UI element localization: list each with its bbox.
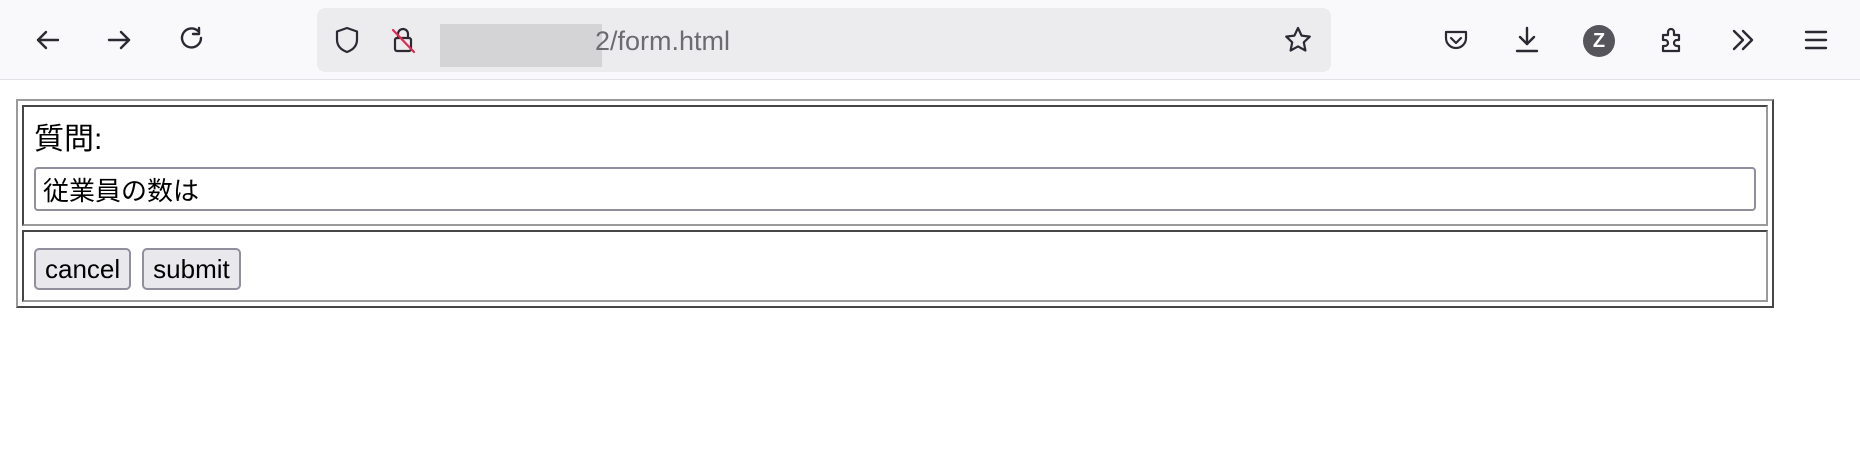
overflow-menu-button[interactable] bbox=[1719, 16, 1767, 64]
hamburger-icon bbox=[1804, 30, 1828, 50]
downloads-button[interactable] bbox=[1503, 16, 1551, 64]
tracking-protection-button[interactable] bbox=[331, 24, 363, 56]
bookmark-button[interactable] bbox=[1282, 24, 1314, 56]
redacted-url-segment bbox=[440, 24, 602, 67]
pocket-icon bbox=[1444, 30, 1468, 50]
arrow-left-icon bbox=[36, 30, 60, 50]
shield-icon bbox=[335, 26, 359, 54]
form-table: 質問: cancel submit bbox=[16, 99, 1774, 308]
app-menu-button[interactable] bbox=[1792, 16, 1840, 64]
lock-crossed-icon bbox=[391, 27, 416, 54]
back-button[interactable] bbox=[24, 16, 72, 64]
extensions-button[interactable] bbox=[1648, 16, 1696, 64]
arrow-right-icon bbox=[107, 30, 131, 50]
reload-button[interactable] bbox=[168, 16, 216, 64]
site-security-button[interactable] bbox=[387, 24, 419, 56]
chevrons-right-icon bbox=[1732, 29, 1754, 51]
question-label: 質問: bbox=[34, 123, 103, 156]
url-text[interactable]: 2/form.html bbox=[595, 25, 730, 57]
pocket-button[interactable] bbox=[1432, 16, 1480, 64]
address-bar[interactable]: 2/form.html bbox=[317, 8, 1331, 72]
page-content: 質問: cancel submit bbox=[0, 81, 1860, 460]
star-icon bbox=[1285, 26, 1311, 52]
download-icon bbox=[1515, 26, 1539, 53]
submit-button[interactable]: submit bbox=[142, 248, 241, 290]
button-row: cancel submit bbox=[34, 248, 1756, 290]
forward-button[interactable] bbox=[95, 16, 143, 64]
reload-icon bbox=[180, 26, 203, 49]
cancel-button[interactable]: cancel bbox=[34, 248, 132, 290]
question-cell: 質問: bbox=[22, 105, 1768, 226]
puzzle-icon bbox=[1661, 27, 1681, 53]
browser-toolbar: 2/form.html Z bbox=[0, 0, 1860, 80]
account-avatar[interactable]: Z bbox=[1583, 25, 1615, 57]
question-input[interactable] bbox=[34, 167, 1756, 211]
buttons-cell: cancel submit bbox=[22, 230, 1768, 302]
